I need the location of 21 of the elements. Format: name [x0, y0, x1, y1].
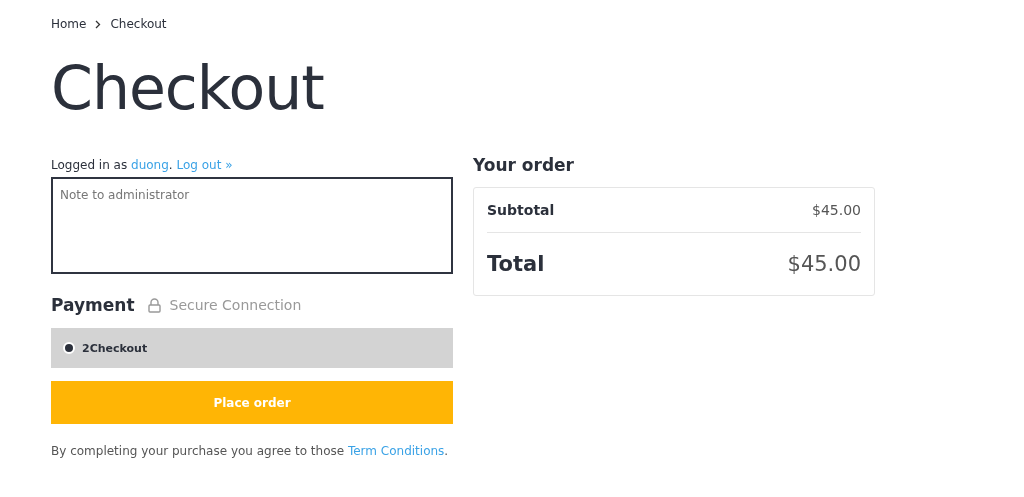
- order-row-value: $45.00: [787, 252, 861, 276]
- login-status: Logged in as duong. Log out »: [51, 157, 234, 173]
- order-row-label: Total: [487, 252, 545, 276]
- page-title: Checkout: [51, 52, 325, 125]
- radio-button[interactable]: [63, 342, 75, 354]
- payment-heading: Payment: [51, 295, 135, 315]
- place-order-button[interactable]: Place order: [51, 381, 453, 424]
- breadcrumb-link[interactable]: Checkout: [110, 17, 167, 31]
- order-row-label: Subtotal: [487, 202, 555, 218]
- lock-icon: [147, 297, 161, 313]
- terms-text: By completing your purchase you agree to those Term Conditions.: [51, 444, 450, 458]
- logout-link[interactable]: Log out »: [176, 158, 233, 172]
- note-field[interactable]: Note to administrator: [51, 177, 453, 274]
- breadcrumb-link[interactable]: Home: [51, 17, 87, 31]
- order-heading: Your order: [473, 154, 575, 177]
- chevron-icon: [95, 19, 102, 29]
- payment-method-option[interactable]: 2Checkout: [51, 328, 453, 368]
- payment-method-label: 2Checkout: [82, 341, 148, 355]
- secure-connection-label: Secure Connection: [169, 297, 302, 313]
- order-row-value: $45.00: [812, 202, 861, 218]
- username-link[interactable]: duong: [131, 158, 169, 172]
